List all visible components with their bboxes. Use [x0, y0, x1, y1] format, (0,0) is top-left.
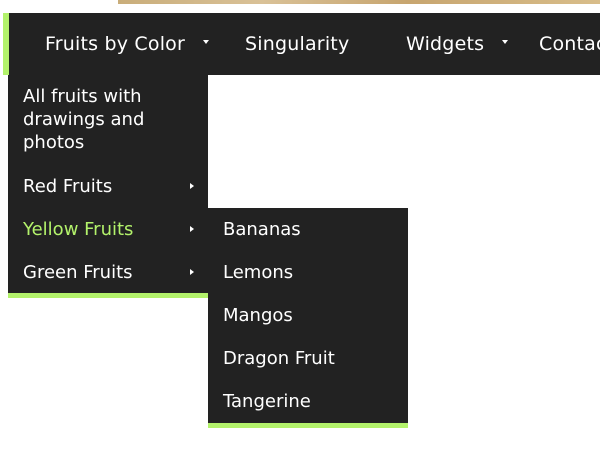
top-nav-fruits-by-color[interactable]: Fruits by Color [45, 13, 210, 75]
menu-item-red-fruits[interactable]: Red Fruits [23, 175, 193, 198]
top-navigation: Fruits by Color Singularity Widgets Cont… [3, 13, 600, 75]
submenu-item-mangos[interactable]: Mangos [223, 304, 293, 327]
submenu-item-lemons[interactable]: Lemons [223, 261, 293, 284]
menu-item-green-fruits[interactable]: Green Fruits [23, 261, 193, 284]
top-nav-contact[interactable]: Contact [539, 13, 600, 75]
header-image-strip [118, 0, 600, 4]
top-nav-label: Contact [539, 33, 600, 55]
submenu-item-bananas[interactable]: Bananas [223, 218, 301, 241]
submenu-item-label: Tangerine [223, 391, 311, 412]
top-nav-label: Widgets [406, 33, 485, 55]
top-nav-label: Singularity [245, 33, 350, 55]
submenu-item-tangerine[interactable]: Tangerine [223, 390, 311, 413]
menu-item-label: Green Fruits [23, 262, 133, 283]
menu-item-label: Red Fruits [23, 176, 113, 197]
chevron-right-icon [190, 183, 194, 189]
submenu-item-label: Lemons [223, 262, 294, 283]
yellow-fruits-submenu: Bananas Lemons Mangos Dragon Fruit Tange… [208, 208, 408, 428]
top-nav-widgets[interactable]: Widgets [406, 13, 509, 75]
menu-item-label: All fruits with drawings and photos [23, 86, 145, 153]
submenu-item-label: Bananas [223, 219, 301, 240]
chevron-right-icon [190, 269, 194, 275]
top-nav-label: Fruits by Color [45, 33, 186, 55]
fruits-dropdown-menu: All fruits with drawings and photos Red … [8, 75, 208, 298]
menu-item-label: Yellow Fruits [23, 219, 134, 240]
submenu-item-label: Mangos [223, 305, 293, 326]
menu-item-yellow-fruits[interactable]: Yellow Fruits [23, 218, 193, 241]
chevron-down-icon [502, 40, 509, 44]
chevron-down-icon [203, 40, 210, 44]
chevron-right-icon [190, 226, 194, 232]
top-nav-singularity[interactable]: Singularity [245, 13, 349, 75]
submenu-item-dragon-fruit[interactable]: Dragon Fruit [223, 347, 335, 370]
menu-item-all-fruits[interactable]: All fruits with drawings and photos [23, 85, 193, 154]
submenu-item-label: Dragon Fruit [223, 348, 335, 369]
